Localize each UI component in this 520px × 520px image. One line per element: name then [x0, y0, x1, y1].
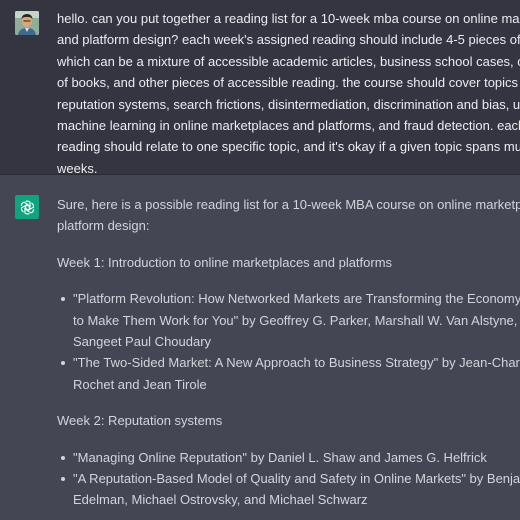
week-heading: Week 1: Introduction to online marketpla…: [57, 252, 520, 273]
assistant-message-row: Sure, here is a possible reading list fo…: [0, 175, 520, 520]
reading-line: "Managing Online Reputation" by Daniel L…: [73, 449, 487, 465]
bullet-icon: [61, 455, 65, 460]
openai-logo-icon: [20, 199, 34, 215]
user-message-line: reputation systems, search frictions, di…: [57, 96, 520, 112]
user-message-row: hello. can you put together a reading li…: [0, 0, 520, 176]
week-1-reading-list: "Platform Revolution: How Networked Mark…: [57, 288, 520, 395]
assistant-avatar: [15, 195, 39, 219]
reading-line: Edelman, Michael Ostrovsky, and Michael …: [73, 492, 368, 508]
assistant-message-text: Sure, here is a possible reading list fo…: [57, 194, 520, 511]
list-item: "The Two-Sided Market: A New Approach to…: [57, 352, 520, 395]
week-heading: Week 2: Reputation systems: [57, 410, 520, 431]
week-2-reading-list: "Managing Online Reputation" by Daniel L…: [57, 447, 520, 511]
user-message-line: reading should relate to one specific to…: [57, 139, 520, 155]
reading-line: Sangeet Paul Choudary: [73, 333, 212, 349]
assistant-intro-line: platform design:: [57, 218, 150, 234]
list-item: "A Reputation-Based Model of Quality and…: [57, 468, 520, 511]
user-message-line: hello. can you put together a reading li…: [57, 11, 520, 26]
bullet-icon: [61, 297, 65, 302]
user-avatar: [15, 11, 39, 35]
user-message-line: and platform design? each week's assigne…: [57, 32, 520, 48]
reading-line: "A Reputation-Based Model of Quality and…: [73, 470, 520, 486]
user-message-line: machine learning in online marketplaces …: [57, 117, 520, 133]
reading-line: "Platform Revolution: How Networked Mark…: [73, 291, 520, 307]
week-1-heading: Week 1: Introduction to online marketpla…: [57, 254, 393, 270]
list-item: "Platform Revolution: How Networked Mark…: [57, 288, 520, 352]
chat-thread: hello. can you put together a reading li…: [0, 0, 520, 520]
user-message-text: hello. can you put together a reading li…: [57, 8, 520, 179]
list-item: "Managing Online Reputation" by Daniel L…: [57, 447, 520, 468]
week-2-heading: Week 2: Reputation systems: [57, 413, 223, 429]
user-message-line: of books, and other pieces of accessible…: [57, 75, 520, 91]
assistant-intro-line: Sure, here is a possible reading list fo…: [57, 197, 520, 212]
bullet-icon: [61, 476, 65, 481]
reading-line: "The Two-Sided Market: A New Approach to…: [73, 355, 520, 371]
user-message-line: which can be a mixture of accessible aca…: [57, 53, 520, 69]
bullet-icon: [61, 361, 65, 366]
reading-line: to Make Them Work for You" by Geoffrey G…: [73, 312, 520, 328]
assistant-intro: Sure, here is a possible reading list fo…: [57, 194, 520, 237]
user-avatar-photo: [15, 11, 39, 35]
reading-line: Rochet and Jean Tirole: [73, 376, 207, 392]
